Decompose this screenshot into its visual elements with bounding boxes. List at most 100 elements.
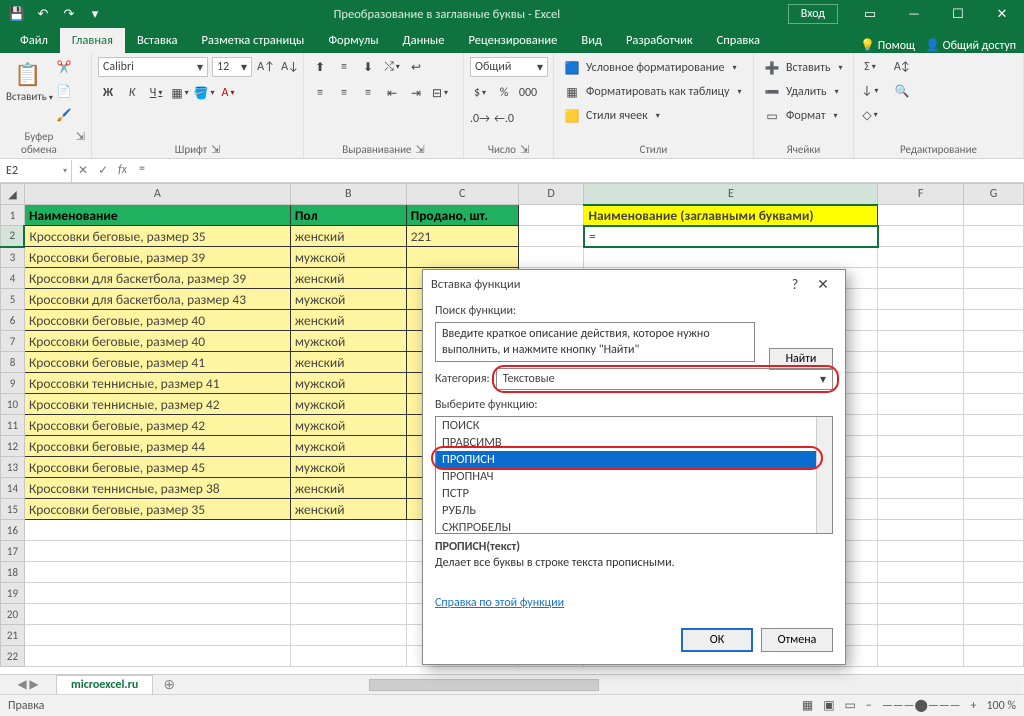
conditional-formatting-button[interactable]: 🟦Условное форматирование — [560, 57, 740, 79]
italic-button[interactable]: К — [122, 83, 142, 103]
minimize-icon[interactable]: — — [892, 0, 936, 28]
merge-icon[interactable]: ⊟ — [430, 83, 450, 103]
clear-icon[interactable]: ◇ — [860, 105, 880, 125]
cut-icon[interactable]: ✂️ — [54, 57, 74, 77]
align-center-icon[interactable]: ≡ — [334, 83, 354, 103]
insert-function-icon[interactable]: fx — [118, 163, 127, 178]
number-format-combo[interactable]: Общий▾ — [470, 57, 548, 77]
undo-icon[interactable]: ↶ — [32, 3, 54, 25]
formula-input[interactable]: = — [133, 160, 1024, 182]
sheet-tab[interactable]: microexcel.ru — [56, 675, 153, 694]
cancel-formula-icon[interactable]: ✕ — [78, 163, 88, 178]
fill-color-button[interactable]: 🪣 — [194, 83, 214, 103]
function-list-item[interactable]: ПРОПИСН — [436, 451, 832, 468]
increase-font-icon[interactable]: A↑ — [256, 57, 276, 77]
tab-review[interactable]: Рецензирование — [456, 28, 569, 53]
wrap-text-icon[interactable]: ↩ — [406, 57, 426, 77]
col-header[interactable]: A — [24, 184, 290, 205]
zoom-slider[interactable]: ———⬤——— — [882, 698, 961, 713]
cancel-button[interactable]: Отмена — [761, 628, 833, 652]
dialog-launcher-icon[interactable]: ⇲ — [76, 130, 85, 156]
insert-cells-button[interactable]: ➕Вставить — [760, 57, 847, 79]
function-list[interactable]: ПОИСКПРАВСИМВПРОПИСНПРОПНАЧПСТРРУБЛЬСЖПР… — [435, 416, 833, 534]
delete-cells-button[interactable]: ➖Удалить — [760, 81, 843, 103]
add-sheet-icon[interactable]: ⊕ — [153, 676, 185, 693]
tab-view[interactable]: Вид — [569, 28, 614, 53]
format-cells-button[interactable]: ▭Формат — [760, 105, 842, 127]
align-right-icon[interactable]: ≡ — [358, 83, 378, 103]
align-middle-icon[interactable]: ≡ — [334, 57, 354, 77]
function-list-item[interactable]: ПРАВСИМВ — [436, 434, 832, 451]
name-box[interactable]: E2 — [0, 160, 72, 182]
select-all-corner[interactable]: ◢ — [1, 184, 25, 205]
view-normal-icon[interactable]: ▦ — [802, 698, 813, 713]
help-icon[interactable]: ? — [781, 276, 809, 293]
dialog-launcher-icon[interactable]: ⇲ — [416, 143, 425, 156]
col-header[interactable]: F — [878, 184, 964, 205]
orientation-icon[interactable]: ⤭ — [382, 57, 402, 77]
col-header[interactable]: G — [964, 184, 1024, 205]
font-color-button[interactable]: A — [218, 83, 238, 103]
font-name-combo[interactable]: Calibri▾ — [98, 57, 208, 77]
align-bottom-icon[interactable]: ⬇ — [358, 57, 378, 77]
function-list-item[interactable]: ПРОПНАЧ — [436, 468, 832, 485]
tab-home[interactable]: Главная — [60, 28, 125, 53]
tab-formulas[interactable]: Формулы — [316, 28, 390, 53]
bold-button[interactable]: Ж — [98, 83, 118, 103]
cell-styles-button[interactable]: 🟨Стили ячеек — [560, 105, 664, 127]
paste-button[interactable]: 📋 Вставить — [6, 57, 50, 103]
border-button[interactable]: ▦ — [170, 83, 190, 103]
currency-icon[interactable]: $ — [470, 83, 490, 103]
function-list-item[interactable]: РУБЛЬ — [436, 502, 832, 519]
underline-button[interactable]: Ч — [146, 83, 166, 103]
dialog-launcher-icon[interactable]: ⇲ — [211, 143, 220, 156]
ok-button[interactable]: ОК — [681, 628, 753, 652]
ribbon-options-icon[interactable]: ▭ — [848, 0, 892, 28]
zoom-out-icon[interactable]: − — [866, 699, 872, 713]
view-layout-icon[interactable]: ▣ — [823, 698, 834, 713]
save-icon[interactable]: 💾 — [6, 3, 28, 25]
tab-data[interactable]: Данные — [391, 28, 457, 53]
col-header[interactable]: B — [290, 184, 406, 205]
increase-decimal-icon[interactable]: .0→ — [470, 109, 490, 129]
share-button[interactable]: 👤 Общий доступ — [925, 38, 1016, 53]
copy-icon[interactable]: 📄 — [54, 81, 74, 101]
tab-file[interactable]: Файл — [8, 28, 60, 53]
login-button[interactable]: Вход — [788, 4, 838, 24]
decrease-indent-icon[interactable]: ⇤ — [382, 83, 402, 103]
list-scrollbar[interactable] — [816, 417, 832, 533]
zoom-level[interactable]: 100 % — [986, 699, 1016, 713]
find-select-icon[interactable]: 🔍 — [892, 81, 912, 101]
format-painter-icon[interactable]: 🖌️ — [54, 105, 74, 125]
align-top-icon[interactable]: ⬆ — [310, 57, 330, 77]
dialog-launcher-icon[interactable]: ⇲ — [520, 143, 529, 156]
search-function-input[interactable]: Введите краткое описание действия, котор… — [435, 322, 755, 362]
col-header[interactable]: D — [518, 184, 584, 205]
percent-icon[interactable]: % — [494, 83, 514, 103]
zoom-in-icon[interactable]: + — [970, 699, 976, 713]
sort-filter-icon[interactable]: A↕ — [892, 57, 912, 77]
tab-insert[interactable]: Вставка — [125, 28, 190, 53]
enter-formula-icon[interactable]: ✓ — [98, 163, 108, 178]
function-list-item[interactable]: ПОИСК — [436, 417, 832, 434]
align-left-icon[interactable]: ≡ — [310, 83, 330, 103]
fill-icon[interactable]: ↓ — [860, 81, 880, 101]
font-size-combo[interactable]: 12▾ — [212, 57, 252, 77]
tab-developer[interactable]: Разработчик — [614, 28, 705, 53]
tab-layout[interactable]: Разметка страницы — [189, 28, 316, 53]
view-pagebreak-icon[interactable]: ▭ — [845, 698, 856, 713]
format-as-table-button[interactable]: ▦Форматировать как таблицу — [560, 81, 746, 103]
close-dialog-icon[interactable]: ✕ — [809, 276, 837, 293]
maximize-icon[interactable]: ☐ — [936, 0, 980, 28]
decrease-decimal-icon[interactable]: ←.0 — [494, 109, 514, 129]
redo-icon[interactable]: ↷ — [58, 3, 80, 25]
tab-nav-icon[interactable]: ◀ ▶ — [0, 677, 56, 692]
comma-icon[interactable]: 000 — [518, 83, 538, 103]
function-list-item[interactable]: ПСТР — [436, 485, 832, 502]
function-list-item[interactable]: СЖПРОБЕЛЫ — [436, 519, 832, 534]
horizontal-scrollbar[interactable] — [369, 677, 1020, 693]
find-button[interactable]: Найти — [769, 348, 833, 370]
category-combo[interactable]: Текстовые▾ — [496, 368, 833, 390]
function-help-link[interactable]: Справка по этой функции — [435, 596, 564, 610]
qat-customize-icon[interactable]: ▾ — [84, 3, 106, 25]
